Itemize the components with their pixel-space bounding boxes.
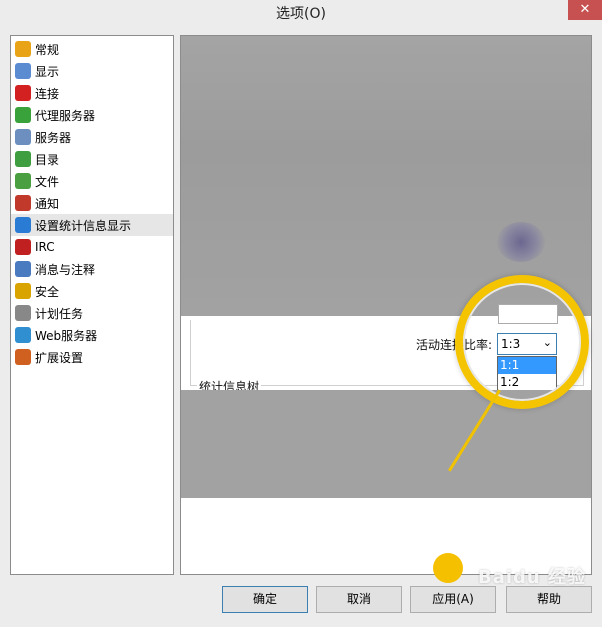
- sidebar-item-label: 扩展设置: [35, 350, 84, 365]
- message-icon: [15, 261, 31, 277]
- sidebar-item-label: IRC: [35, 240, 55, 254]
- sidebar-item[interactable]: 连接: [11, 82, 173, 104]
- help-button[interactable]: 帮助: [506, 586, 592, 613]
- options-category-list: 常规显示连接代理服务器服务器目录文件通知设置统计信息显示 IRC 消息与注释安全计划…: [10, 35, 174, 575]
- sidebar-item[interactable]: 代理服务器: [11, 104, 173, 126]
- sidebar-item[interactable]: Web服务器: [11, 324, 173, 346]
- folder-icon: [15, 151, 31, 167]
- sidebar-item-label: 代理服务器: [35, 108, 96, 123]
- lock-icon: [15, 283, 31, 299]
- blurred-region-top: [181, 36, 591, 316]
- sidebar-item-label: 通知: [35, 196, 60, 211]
- sidebar-item[interactable]: 计划任务: [11, 302, 173, 324]
- sidebar-item[interactable]: 显示: [11, 60, 173, 82]
- sidebar-item[interactable]: 消息与注释: [11, 258, 173, 280]
- proxy-icon: [15, 107, 31, 123]
- server-icon: [15, 129, 31, 145]
- sidebar-item-label: 设置统计信息显示: [35, 218, 132, 233]
- monitor-icon: [15, 63, 31, 79]
- close-button[interactable]: ✕: [568, 0, 602, 20]
- sidebar-item-label: 常规: [35, 42, 60, 57]
- ok-button[interactable]: 确定: [222, 586, 308, 613]
- sidebar-item-label: 安全: [35, 284, 60, 299]
- sidebar-item[interactable]: 通知: [11, 192, 173, 214]
- sidebar-item-label: 消息与注释: [35, 262, 96, 277]
- globe-icon: [15, 327, 31, 343]
- sidebar-item-label: Web服务器: [35, 328, 98, 343]
- irc-icon: [15, 239, 31, 255]
- cancel-button[interactable]: 取消: [316, 586, 402, 613]
- gear-icon: [15, 41, 31, 57]
- sidebar-item[interactable]: 设置统计信息显示: [11, 214, 173, 236]
- sidebar-item[interactable]: 目录: [11, 148, 173, 170]
- calendar-icon: [15, 305, 31, 321]
- connection-icon: [15, 85, 31, 101]
- statistics-icon: [15, 217, 31, 233]
- sidebar-item[interactable]: IRC: [11, 236, 173, 258]
- watermark: Baidu 经验: [478, 567, 587, 588]
- blurred-blob: [497, 222, 545, 262]
- highlight-ring: [455, 275, 589, 409]
- sidebar-item[interactable]: 安全: [11, 280, 173, 302]
- sidebar-item[interactable]: 扩展设置: [11, 346, 173, 368]
- title-bar: 选项(O) ✕: [0, 0, 602, 27]
- sidebar-item-label: 显示: [35, 64, 60, 79]
- file-icon: [15, 173, 31, 189]
- notify-icon: [15, 195, 31, 211]
- sidebar-item-label: 文件: [35, 174, 60, 189]
- sidebar-item[interactable]: 服务器: [11, 126, 173, 148]
- sidebar-item[interactable]: 文件: [11, 170, 173, 192]
- pointer-dot: [433, 553, 463, 583]
- sidebar-item[interactable]: 常规: [11, 38, 173, 60]
- sidebar-item-label: 计划任务: [35, 306, 84, 321]
- sidebar-item-label: 连接: [35, 86, 60, 101]
- apply-button[interactable]: 应用(A): [410, 586, 496, 613]
- window-title: 选项(O): [276, 6, 326, 22]
- sidebar-item-label: 服务器: [35, 130, 72, 145]
- extension-icon: [15, 349, 31, 365]
- sidebar-item-label: 目录: [35, 152, 60, 167]
